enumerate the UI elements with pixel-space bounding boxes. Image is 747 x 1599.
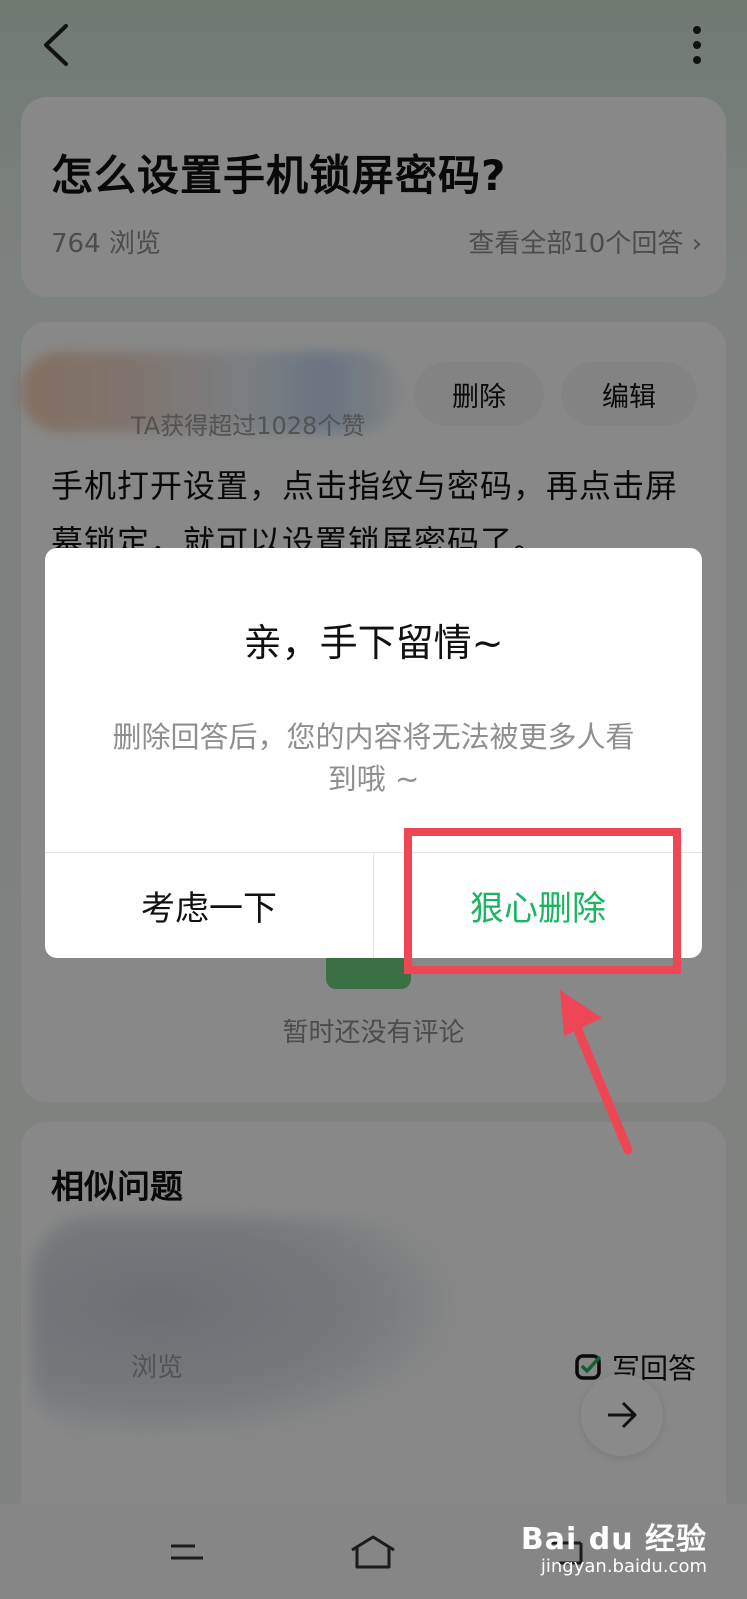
annotation-arrow-icon (560, 990, 633, 1155)
reconsider-button[interactable]: 考虑一下 (45, 853, 373, 958)
watermark-url: jingyan.baidu.com (540, 1556, 707, 1577)
watermark-logo: Bai du 经验 (520, 1522, 707, 1557)
annotation-highlight-box (404, 828, 681, 974)
dialog-title: 亲，手下留情~ (243, 621, 504, 665)
baidu-jingyan-watermark: Bai du 经验 jingyan.baidu.com (521, 1514, 707, 1577)
dialog-message: 删除回答后，您的内容将无法被更多人看到哦 ~ (112, 720, 635, 796)
